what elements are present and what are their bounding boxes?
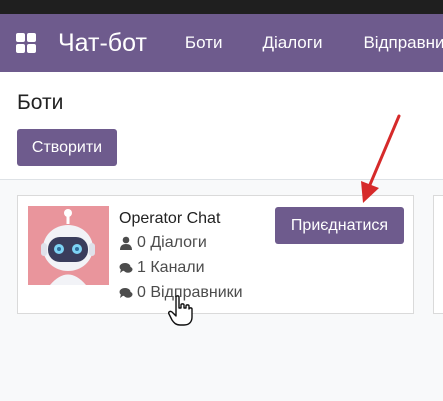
bot-name: Operator Chat bbox=[119, 210, 221, 227]
next-bot-card-edge bbox=[433, 195, 443, 314]
top-navbar: Чат-бот Боти Діалоги Відправники bbox=[0, 14, 443, 72]
browser-top-strip bbox=[0, 0, 443, 14]
hand-pointer-cursor-icon bbox=[168, 295, 193, 326]
menu-item-dialogs[interactable]: Діалоги bbox=[262, 33, 322, 53]
comments-icon bbox=[119, 286, 133, 300]
apps-menu-icon[interactable] bbox=[16, 33, 36, 53]
app-brand[interactable]: Чат-бот bbox=[58, 29, 147, 58]
dialogs-count-text: 0 Діалоги bbox=[137, 234, 207, 251]
page-title: Боти bbox=[17, 91, 64, 114]
create-button[interactable]: Створити bbox=[17, 129, 117, 166]
bot-card[interactable]: Operator Chat 0 Діалоги 1 Канали 0 Відпр… bbox=[17, 195, 414, 314]
comments-icon bbox=[119, 261, 133, 275]
user-icon bbox=[119, 236, 133, 250]
channels-count-text: 1 Канали bbox=[137, 259, 205, 276]
join-button[interactable]: Приєднатися bbox=[275, 207, 404, 244]
menu-item-senders[interactable]: Відправники bbox=[363, 33, 443, 53]
channels-count[interactable]: 1 Канали bbox=[119, 259, 205, 277]
dialogs-count[interactable]: 0 Діалоги bbox=[119, 234, 207, 252]
annotation-arrow-icon bbox=[361, 114, 401, 203]
robot-avatar-icon bbox=[28, 206, 109, 285]
menu-item-bots[interactable]: Боти bbox=[185, 33, 223, 53]
